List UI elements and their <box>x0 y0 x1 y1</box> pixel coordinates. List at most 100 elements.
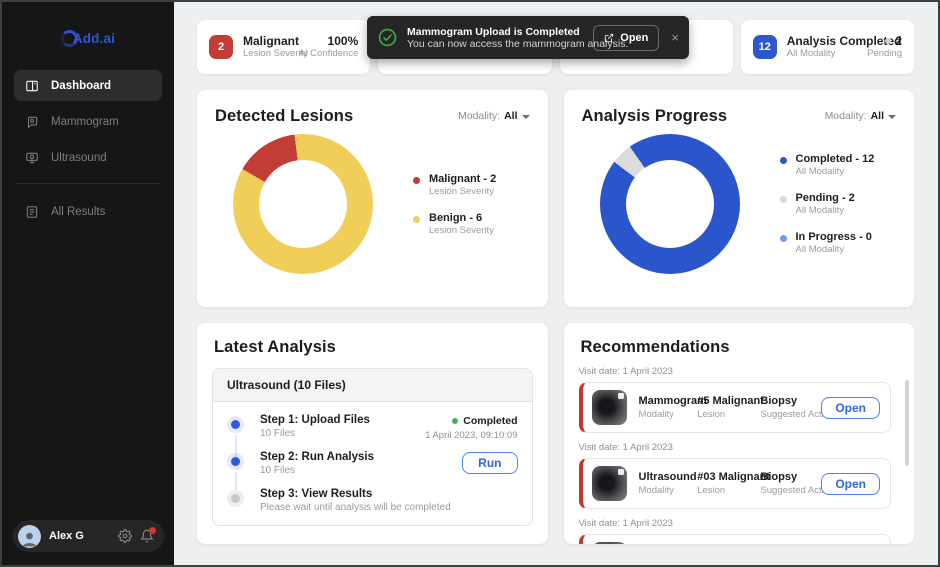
run-button[interactable]: Run <box>462 452 517 474</box>
rec-modality-sub: Modality <box>639 485 686 496</box>
legend-dot <box>413 177 420 184</box>
toast-title: Mammogram Upload is Completed <box>407 26 583 38</box>
legend-dot <box>413 216 420 223</box>
panel-title: Analysis Progress <box>582 107 728 126</box>
legend-label: Pending - 2 <box>796 192 855 204</box>
modality-dropdown[interactable]: Modality: All <box>458 110 529 122</box>
step-run-analysis: Step 2: Run Analysis 10 Files Run <box>227 451 518 478</box>
app-window: Add.ai Dashboard Mammogram Ultrasound Al… <box>0 0 940 567</box>
sidebar-item-label: Mammogram <box>51 116 119 128</box>
stat-title: Malignant <box>243 34 298 48</box>
ultrasound-icon <box>25 151 39 165</box>
external-link-icon <box>604 33 614 43</box>
sidebar-item-mammogram[interactable]: Mammogram <box>14 106 162 137</box>
visit-date: Visit date: 1 April 2023 <box>579 366 900 377</box>
scrollbar[interactable] <box>905 380 909 466</box>
recommendations-panel: Recommendations Visit date: 1 April 2023… <box>564 323 915 544</box>
rec-lesion: #03 Malignant <box>697 471 748 483</box>
sidebar-item-label: Ultrasound <box>51 152 107 164</box>
scan-thumbnail <box>592 466 627 501</box>
toast-open-label: Open <box>620 32 648 44</box>
open-button[interactable]: Open <box>821 397 880 419</box>
legend-item-malignant: Malignant - 2 Lesion Severity <box>413 173 496 197</box>
legend-dot <box>780 157 787 164</box>
legend-label: Benign - 6 <box>429 212 494 224</box>
detected-lesions-legend: Malignant - 2 Lesion Severity Benign - 6… <box>413 173 496 236</box>
toast-open-button[interactable]: Open <box>593 25 659 51</box>
latest-analysis-panel: Latest Analysis Ultrasound (10 Files) St… <box>197 323 548 544</box>
notification-toast: Mammogram Upload is Completed You can no… <box>367 16 689 59</box>
detected-lesions-panel: Detected Lesions Modality: All Malignant… <box>197 90 548 307</box>
analysis-steps: Step 1: Upload Files 10 Files Completed … <box>213 402 532 525</box>
bell-icon[interactable] <box>140 529 154 543</box>
step-sub: Please wait until analysis will be compl… <box>260 502 518 513</box>
stat-value: 2 <box>895 34 902 48</box>
stat-badge: 2 <box>209 35 233 59</box>
legend-label: In Progress - 0 <box>796 231 872 243</box>
sidebar-item-label: Dashboard <box>51 80 111 92</box>
chart-panels-row: Detected Lesions Modality: All Malignant… <box>197 90 914 307</box>
status-label: Completed <box>463 415 517 427</box>
recommendation-row: Mammogram Modality #5 Malignant Lesion B… <box>579 382 892 433</box>
sidebar-item-label: All Results <box>51 206 105 218</box>
legend-item-pending: Pending - 2 All Modality <box>780 192 875 216</box>
panel-title: Detected Lesions <box>215 107 353 126</box>
stat-subtitle: All Modality <box>787 48 868 60</box>
success-check-icon <box>378 28 397 47</box>
legend-sub: All Modality <box>796 166 875 177</box>
legend-label: Completed - 12 <box>796 153 875 165</box>
legend-sub: All Modality <box>796 205 855 216</box>
sidebar: Add.ai Dashboard Mammogram Ultrasound Al… <box>2 2 174 565</box>
stat-value: 100% <box>328 34 359 48</box>
rec-action-sub: Suggested Action <box>760 485 809 496</box>
mammogram-icon <box>25 115 39 129</box>
status-timestamp: 1 April 2023, 09:10:09 <box>425 430 517 441</box>
legend-dot <box>780 196 787 203</box>
visit-date: Visit date: 1 April 2023 <box>579 518 900 529</box>
scan-thumbnail <box>592 390 627 425</box>
analysis-progress-donut <box>600 134 740 274</box>
sidebar-item-ultrasound[interactable]: Ultrasound <box>14 142 162 173</box>
step-view-results: Step 3: View Results Please wait until a… <box>227 488 518 515</box>
stat-card-malignant: 2 Malignant Lesion Severity 100% AI Conf… <box>197 20 370 74</box>
stat-title: Analysis Completed <box>787 34 868 48</box>
step-dot-icon <box>227 490 244 507</box>
sidebar-divider <box>16 183 160 184</box>
status-dot <box>452 418 458 424</box>
gear-icon[interactable] <box>118 529 132 543</box>
user-pill[interactable]: Alex G <box>13 520 164 552</box>
sidebar-item-dashboard[interactable]: Dashboard <box>14 70 162 101</box>
scan-thumbnail <box>592 542 627 544</box>
recommendation-row: Ultrasound Modality #03 Malignant Lesion… <box>579 458 892 509</box>
legend-sub: Lesion Severity <box>429 186 496 197</box>
modality-value: All <box>504 110 517 122</box>
toast-message: You can now access the mammogram analysi… <box>407 38 583 50</box>
rec-modality-sub: Modality <box>639 409 686 420</box>
rec-lesion: #5 Malignant <box>697 395 748 407</box>
step-dot-icon <box>227 416 244 433</box>
lower-panels-row: Latest Analysis Ultrasound (10 Files) St… <box>197 323 914 544</box>
stat-subtitle: Lesion Severity <box>243 48 298 60</box>
analysis-progress-legend: Completed - 12 All Modality Pending - 2 … <box>780 153 875 255</box>
chevron-down-icon <box>888 115 896 119</box>
rec-action: Biopsy <box>760 395 809 407</box>
avatar <box>18 525 41 548</box>
sidebar-item-all-results[interactable]: All Results <box>14 196 162 227</box>
rec-action-sub: Suggested Action <box>760 409 809 420</box>
rec-lesion-sub: Lesion <box>697 409 748 420</box>
close-icon[interactable]: × <box>671 30 679 45</box>
legend-sub: All Modality <box>796 244 872 255</box>
chevron-down-icon <box>522 115 530 119</box>
analysis-group-card: Ultrasound (10 Files) Step 1: Upload Fil… <box>212 368 533 526</box>
notification-dot <box>149 527 156 534</box>
open-button[interactable]: Open <box>821 473 880 495</box>
rec-action: Biopsy <box>760 471 809 483</box>
modality-dropdown[interactable]: Modality: All <box>825 110 896 122</box>
stat-badge: 12 <box>753 35 777 59</box>
recommendation-row: Ultrasound Modality #03 Malignant Lesion… <box>579 534 892 544</box>
analysis-group-title: Ultrasound (10 Files) <box>213 369 532 402</box>
pending-dot <box>885 38 891 44</box>
modality-label: Modality: <box>825 110 867 122</box>
modality-label: Modality: <box>458 110 500 122</box>
main-content: 2 Malignant Lesion Severity 100% AI Conf… <box>174 2 938 565</box>
